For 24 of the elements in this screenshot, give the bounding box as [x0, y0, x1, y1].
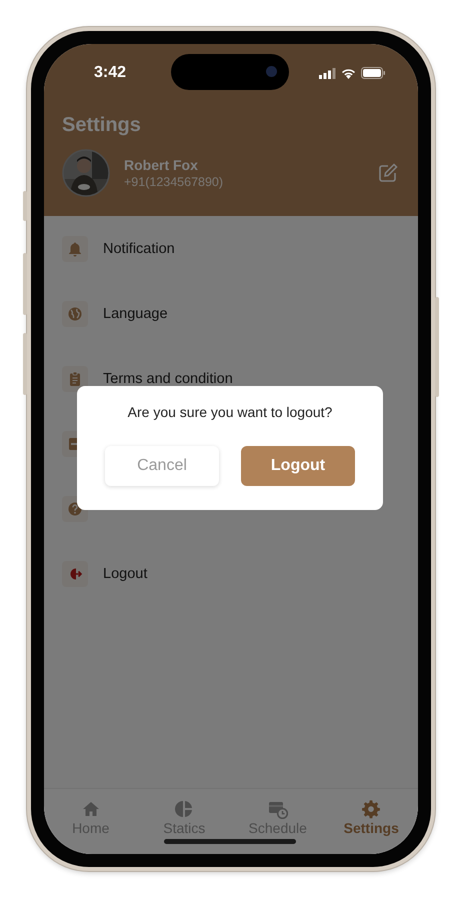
- wifi-icon: [341, 68, 356, 78]
- settings-icon: [361, 799, 382, 819]
- logout-button[interactable]: Logout: [241, 446, 355, 486]
- tab[interactable]: Settings: [336, 799, 406, 836]
- menu-item[interactable]: Logout: [103, 566, 148, 582]
- battery-icon: [361, 67, 386, 79]
- status-time: 3:42: [94, 64, 126, 82]
- signal-icon: [319, 68, 336, 78]
- logout-icon: [62, 560, 88, 586]
- page-title: Settings: [62, 114, 142, 137]
- menu-item[interactable]: Terms and condition: [103, 370, 233, 386]
- globe-icon: [62, 300, 88, 326]
- edit-icon[interactable]: [378, 163, 398, 183]
- clipboard-icon: [62, 366, 88, 392]
- menu-item[interactable]: Notification: [103, 240, 175, 256]
- home-icon: [80, 799, 101, 819]
- profile-name: Robert Fox: [124, 157, 199, 173]
- pie-chart-icon: [174, 799, 194, 819]
- bell-icon: [62, 236, 88, 262]
- dialog-message: Are you sure you want to logout?: [126, 404, 334, 420]
- profile-phone: +91(1234567890): [124, 175, 224, 189]
- calendar-clock-icon: [268, 799, 288, 819]
- cancel-button[interactable]: Cancel: [105, 446, 219, 486]
- menu-item[interactable]: Language: [103, 306, 168, 322]
